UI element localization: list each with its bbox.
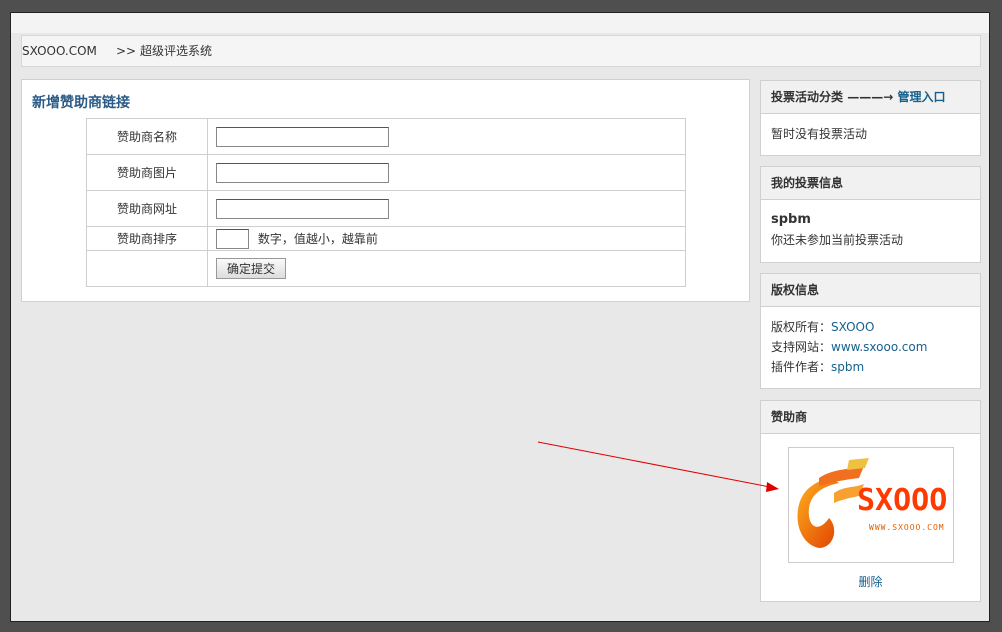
annotation-arrow [537,441,779,492]
